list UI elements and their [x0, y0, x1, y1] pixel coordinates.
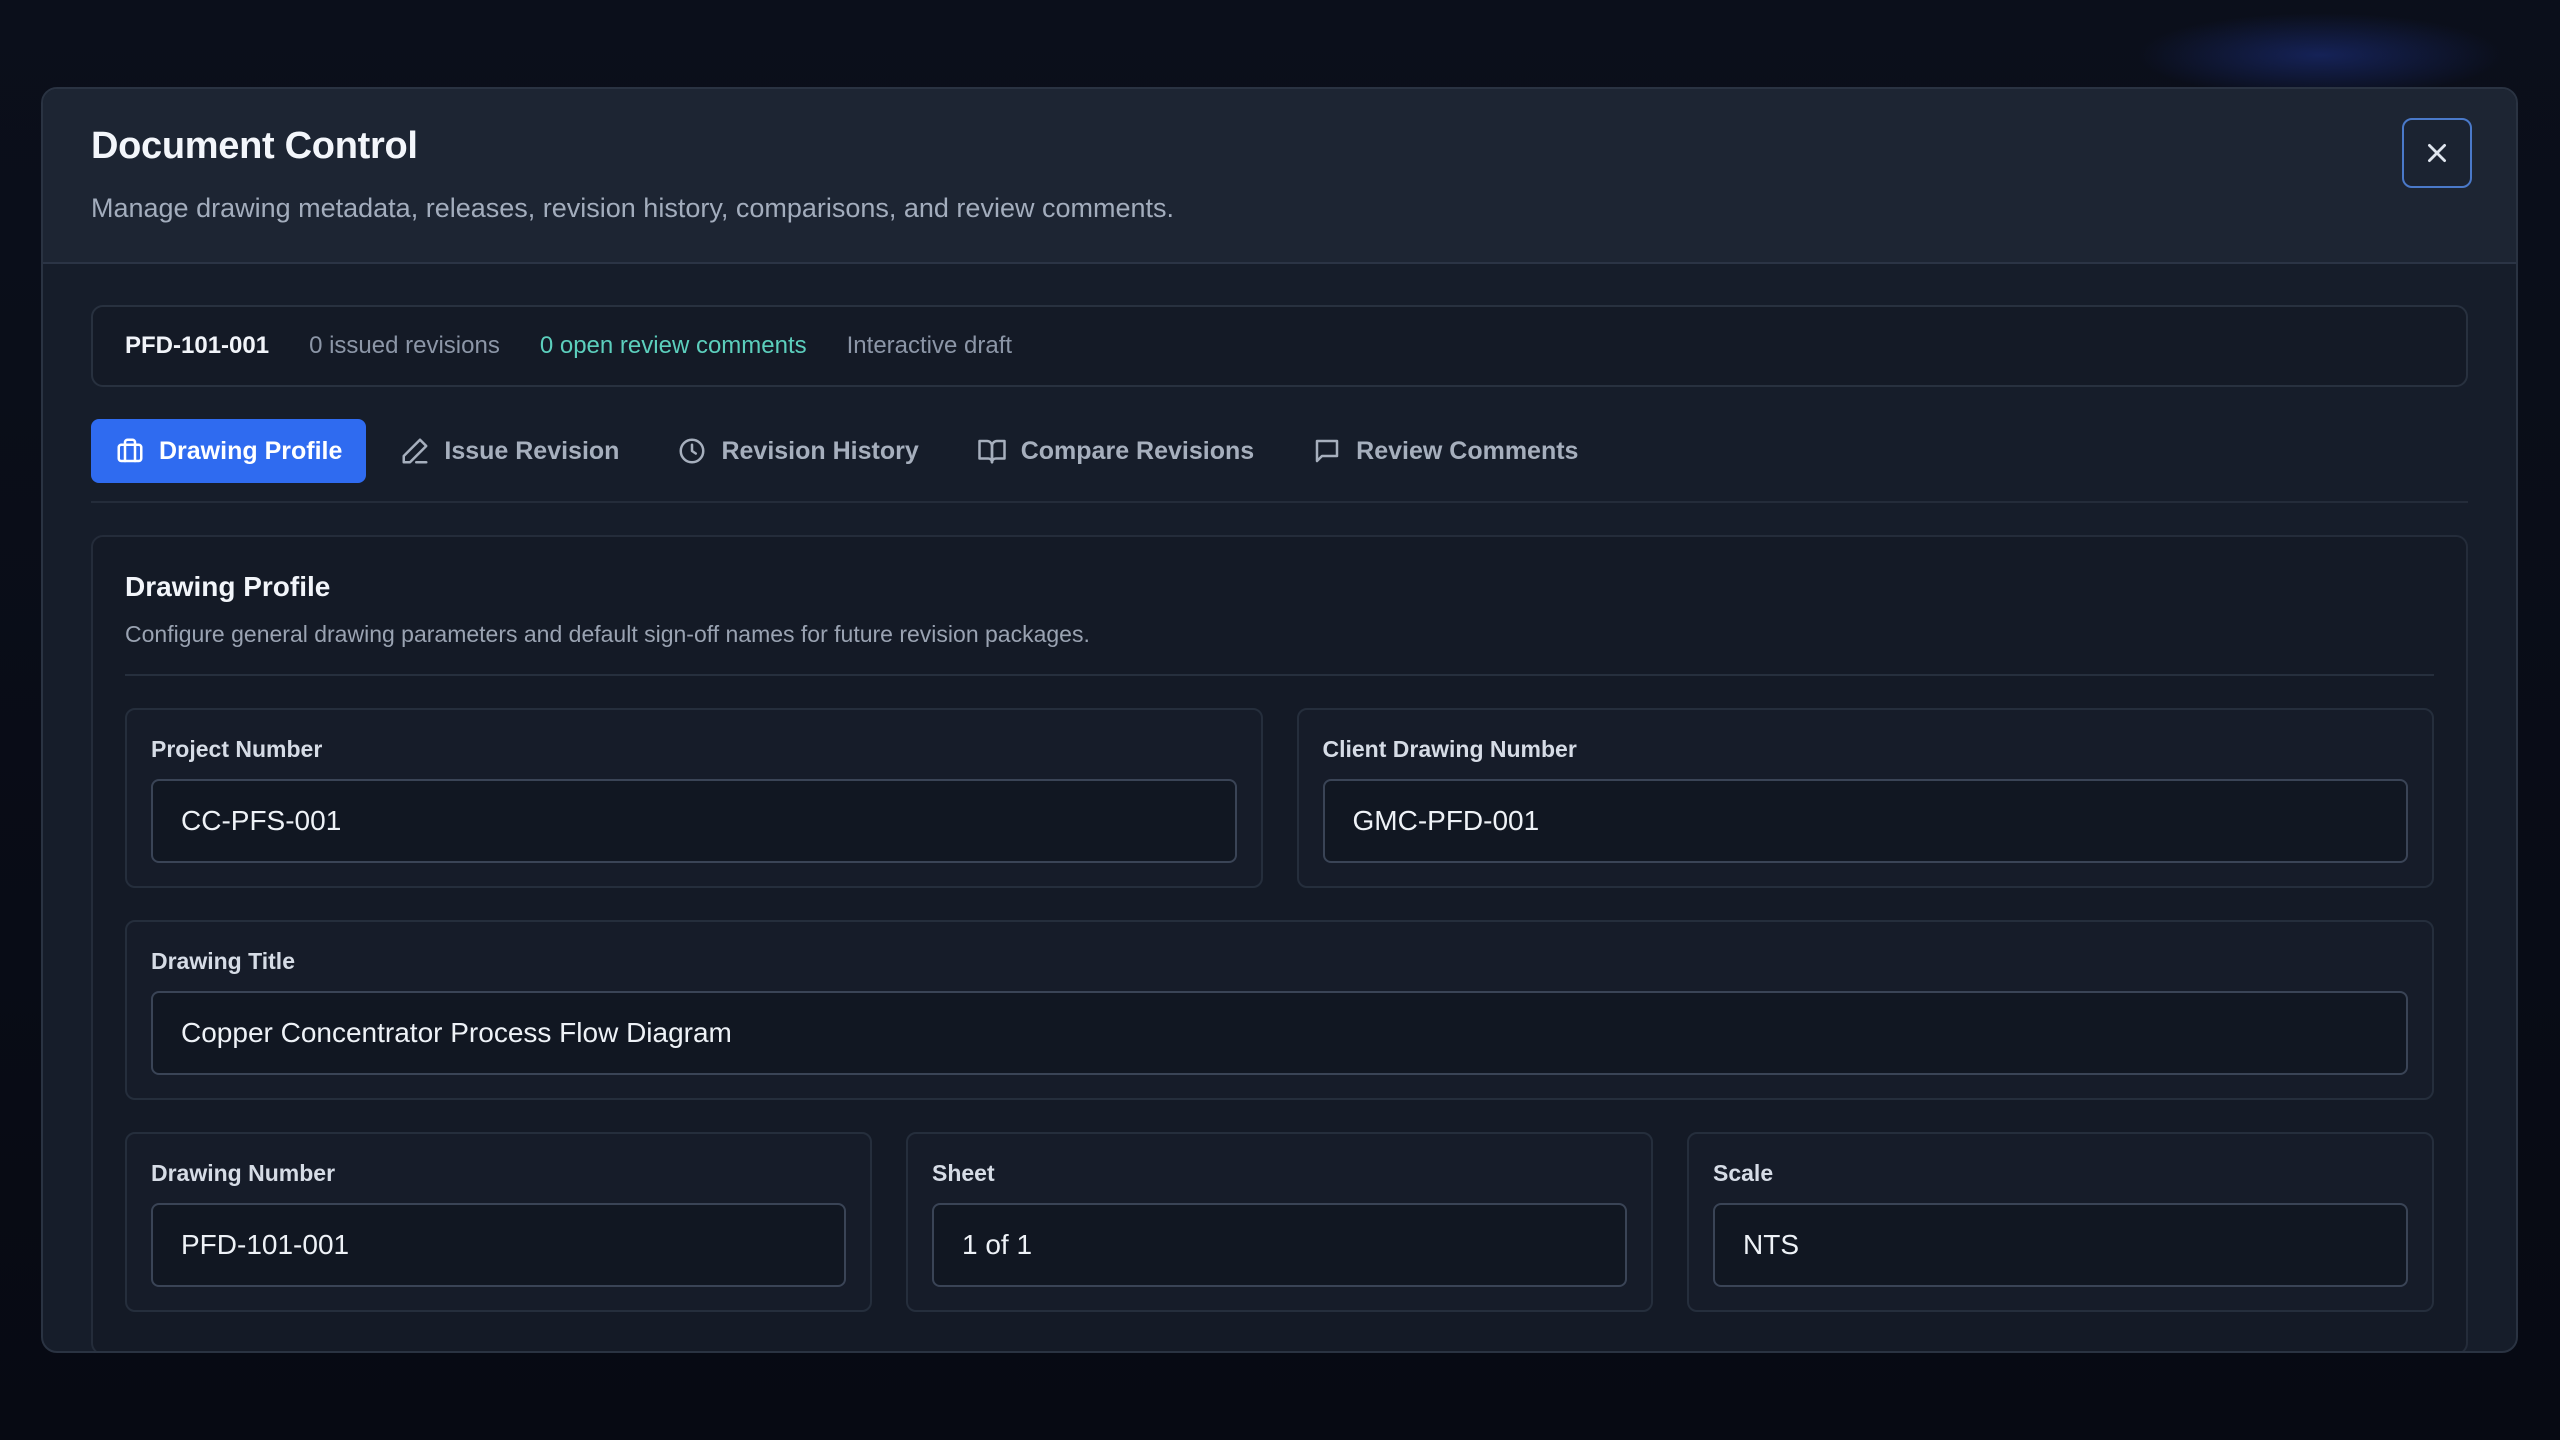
briefcase-icon: [117, 438, 143, 463]
client-drawing-number-card: Client Drawing Number: [1296, 708, 2434, 888]
fields-row-3: Drawing Number Sheet Scale: [125, 1132, 2434, 1312]
message-icon: [1315, 439, 1339, 463]
tab-label: Drawing Profile: [159, 436, 343, 465]
drawing-number-card: Drawing Number: [125, 1132, 872, 1312]
document-control-modal: Document Control Manage drawing metadata…: [41, 87, 2518, 1353]
tab-issue-revision[interactable]: Issue Revision: [376, 419, 643, 483]
drawing-id: PFD-101-001: [125, 332, 270, 359]
panel-divider: [125, 674, 2434, 676]
scale-label: Scale: [1713, 1160, 1774, 1186]
open-comments-count: 0 open review comments: [539, 332, 807, 359]
modal-title: Document Control: [91, 125, 418, 167]
panel-title: Drawing Profile: [125, 571, 331, 602]
client-drawing-number-input[interactable]: [1322, 779, 2408, 863]
modal-description: Manage drawing metadata, releases, revis…: [91, 193, 1174, 223]
close-button[interactable]: [2402, 118, 2472, 188]
fields-row-2: Drawing Title: [125, 920, 2434, 1100]
tab-label: Issue Revision: [444, 436, 620, 465]
modal-body: PFD-101-001 0 issued revisions 0 open re…: [91, 305, 2468, 1351]
tab-revision-history[interactable]: Revision History: [653, 419, 942, 483]
drawing-title-input[interactable]: [151, 991, 2408, 1075]
tab-review-comments[interactable]: Review Comments: [1288, 419, 1602, 483]
tab-drawing-profile[interactable]: Drawing Profile: [91, 419, 367, 483]
tab-compare-revisions[interactable]: Compare Revisions: [953, 419, 1278, 483]
drawing-profile-panel: Drawing Profile Configure general drawin…: [91, 535, 2468, 1351]
drawing-number-label: Drawing Number: [151, 1160, 336, 1186]
drawing-title-card: Drawing Title: [125, 920, 2434, 1100]
tab-label: Revision History: [721, 436, 919, 465]
sheet-input[interactable]: [932, 1203, 1627, 1287]
client-drawing-number-label: Client Drawing Number: [1322, 736, 1577, 762]
book-open-icon: [977, 439, 1006, 464]
close-icon: [2428, 144, 2446, 162]
sheet-card: Sheet: [906, 1132, 1653, 1312]
scale-input[interactable]: [1713, 1203, 2408, 1287]
drawing-title-label: Drawing Title: [151, 948, 295, 974]
issued-revisions-count: 0 issued revisions: [309, 332, 500, 359]
panel-description: Configure general drawing parameters and…: [125, 621, 1090, 647]
drawing-number-input[interactable]: [151, 1203, 846, 1287]
sheet-label: Sheet: [932, 1160, 995, 1186]
drawing-info-bar: PFD-101-001 0 issued revisions 0 open re…: [91, 305, 2468, 387]
project-number-label: Project Number: [151, 736, 323, 762]
clock-icon: [679, 438, 705, 464]
project-number-card: Project Number: [125, 708, 1263, 888]
tab-bar: Drawing Profile Issue Revision Revision …: [91, 419, 2468, 503]
scale-card: Scale: [1687, 1132, 2434, 1312]
drawing-status: Interactive draft: [846, 332, 1013, 359]
tab-label: Compare Revisions: [1020, 436, 1255, 465]
pencil-icon: [402, 438, 428, 464]
project-number-input[interactable]: [151, 779, 1237, 863]
fields-row-1: Project Number Client Drawing Number: [125, 708, 2434, 888]
tab-label: Review Comments: [1356, 436, 1579, 465]
modal-header: Document Control Manage drawing metadata…: [43, 89, 2516, 264]
